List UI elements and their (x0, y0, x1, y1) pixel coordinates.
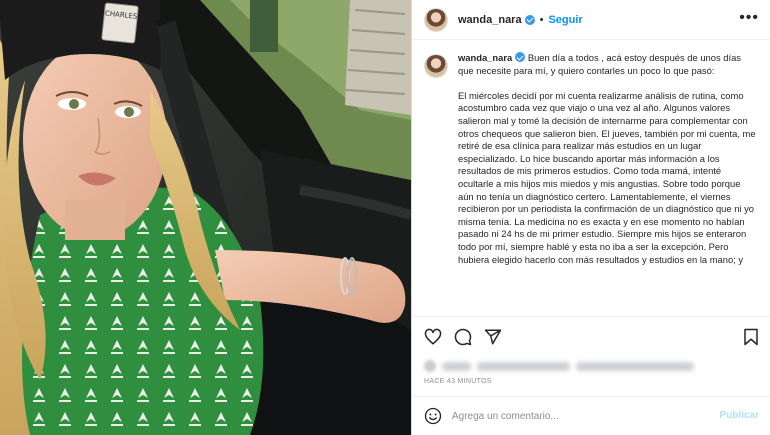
caption-area: wanda_nara Buen día a todos , acá estoy … (424, 52, 764, 316)
liker-avatar (424, 360, 436, 372)
emoji-icon[interactable] (424, 407, 442, 425)
follow-button[interactable]: Seguir (548, 14, 582, 26)
verified-icon (524, 14, 535, 25)
caption-paragraph-1: wanda_nara Buen día a todos , acá estoy … (458, 52, 758, 77)
post-view: CHARLES wanda_nara • Seguir ••• wanda_na… (0, 0, 770, 435)
more-icon[interactable]: ••• (739, 10, 759, 26)
likes-summary-blurred (424, 359, 695, 373)
comment-bar: Publicar (412, 396, 770, 435)
comment-input[interactable] (452, 410, 702, 422)
author-username[interactable]: wanda_nara (458, 14, 522, 26)
caption-avatar[interactable] (424, 54, 448, 78)
caption-username[interactable]: wanda_nara (458, 52, 512, 63)
selfie-image (0, 0, 411, 435)
author-avatar[interactable] (424, 7, 448, 32)
verified-icon (515, 52, 526, 62)
share-icon[interactable] (484, 328, 502, 346)
beanie-label: CHARLES (101, 2, 139, 44)
post-sidebar: wanda_nara • Seguir ••• wanda_nara Buen … (411, 0, 770, 435)
publish-button[interactable]: Publicar (720, 410, 759, 421)
separator-dot: • (539, 13, 544, 26)
post-timestamp[interactable]: HACE 43 MINUTOS (424, 378, 492, 385)
heart-icon[interactable] (424, 328, 442, 346)
comment-icon[interactable] (454, 328, 472, 346)
post-caption: wanda_nara Buen día a todos , acá estoy … (458, 52, 758, 316)
blurred-text (477, 361, 571, 371)
blurred-text (441, 361, 472, 371)
post-header: wanda_nara • Seguir ••• (412, 0, 770, 40)
action-bar (412, 316, 770, 356)
post-photo[interactable]: CHARLES (0, 0, 411, 435)
caption-paragraph-2: El miércoles decidí por mi cuenta realiz… (458, 89, 756, 265)
blurred-text (576, 361, 695, 371)
bookmark-icon[interactable] (743, 328, 759, 346)
